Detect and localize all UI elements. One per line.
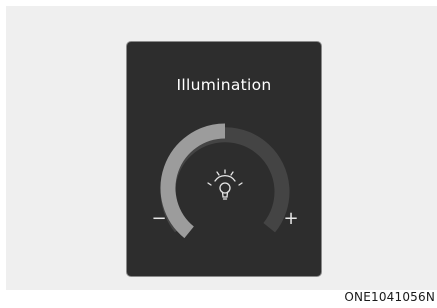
increase-button[interactable]: + xyxy=(283,208,298,229)
dial-level-fill xyxy=(160,123,226,239)
illumination-dial[interactable]: − + xyxy=(127,42,323,278)
decrease-button[interactable]: − xyxy=(151,208,166,229)
illumination-icon xyxy=(207,169,243,200)
figure-code: ONE1041056N xyxy=(344,290,435,304)
illumination-panel: Illumination − + xyxy=(126,41,322,277)
